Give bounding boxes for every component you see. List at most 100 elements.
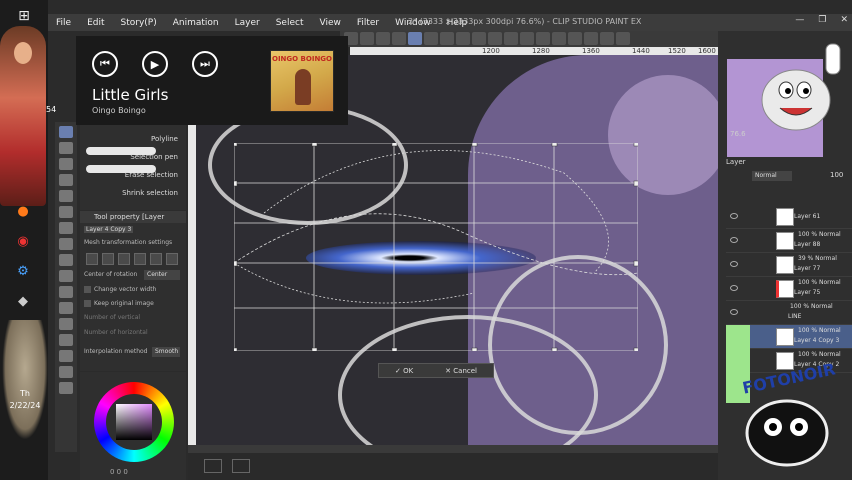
eye-icon[interactable] [730,237,738,243]
command-button[interactable] [488,32,502,45]
text-tool-icon[interactable] [59,350,73,362]
windows-start-icon[interactable]: ⊞ [12,6,36,26]
saturation-square[interactable] [116,404,152,440]
sparkle-tool-icon[interactable] [59,142,73,154]
chrome-icon[interactable]: ◉ [12,230,34,252]
layer-row[interactable]: Layer 61 [726,205,852,229]
command-button[interactable] [616,32,630,45]
layer-row[interactable]: 100 % Normal Layer 75 [726,277,852,301]
change-vector-row[interactable]: Change vector width [84,286,156,293]
fill-tool-icon[interactable] [59,270,73,282]
pen-tool-icon[interactable] [59,158,73,170]
layer-name-field[interactable]: Layer 4 Copy 3 [84,226,134,233]
decoration-tool-icon[interactable] [59,222,73,234]
zoom-value[interactable]: 76.6 [730,130,746,138]
airbrush-tool-icon[interactable] [59,206,73,218]
app-icon[interactable]: ◆ [12,290,34,312]
settings-icon[interactable]: ⚙ [12,260,34,282]
layer-name: Layer 61 [794,213,821,220]
command-button[interactable] [376,32,390,45]
command-button[interactable] [408,32,422,45]
eye-icon[interactable] [730,213,738,219]
center-rotation-label: Center of rotation [84,271,138,278]
menu-animation[interactable]: Animation [165,18,227,28]
ruler-tick: 1360 [582,47,600,55]
blend-tool-icon[interactable] [59,254,73,266]
menu-view[interactable]: View [311,18,348,28]
skip-previous-icon[interactable]: ⏮ [92,51,118,77]
maximize-icon[interactable]: ❐ [818,15,826,25]
eye-icon[interactable] [730,309,738,315]
firefox-icon[interactable]: ● [12,200,34,222]
layer-row[interactable]: 39 % Normal Layer 77 [726,253,852,277]
command-button[interactable] [504,32,518,45]
command-button[interactable] [440,32,454,45]
frame-tool-icon[interactable] [59,318,73,330]
cancel-button[interactable]: ✕ Cancel [445,367,477,375]
selection-tool-icon[interactable] [59,126,73,138]
ruler-tool-icon[interactable] [59,334,73,346]
ok-button[interactable]: ✓ OK [395,367,413,375]
command-button[interactable] [392,32,406,45]
command-bar [340,31,720,47]
pencil-tool-icon[interactable] [59,174,73,186]
rotate-icon[interactable] [232,459,250,473]
checkbox-icon[interactable] [84,300,91,307]
subtool-shrink-selection[interactable]: Shrink selection [122,189,178,197]
minimize-icon[interactable]: — [795,15,804,25]
transform-option-button[interactable] [102,253,114,265]
interpolation-select[interactable]: Smooth [152,347,180,357]
line-tool-icon[interactable] [59,382,73,394]
mesh-transform-grid[interactable] [234,143,638,351]
layer-thumbnail [776,208,794,226]
subtool-selection-pen[interactable]: Selection pen [130,153,178,161]
command-button[interactable] [552,32,566,45]
eye-icon[interactable] [730,261,738,267]
eye-icon[interactable] [730,285,738,291]
transform-option-button[interactable] [118,253,130,265]
fit-icon[interactable] [204,459,222,473]
close-icon[interactable]: ✕ [840,15,848,25]
keep-original-row[interactable]: Keep original image [84,300,154,307]
clock-day: Th [20,389,30,398]
menu-layer[interactable]: Layer [227,18,268,28]
menu-edit[interactable]: Edit [79,18,112,28]
brush-tool-icon[interactable] [59,190,73,202]
transform-option-button[interactable] [150,253,162,265]
command-button[interactable] [424,32,438,45]
opacity-value[interactable]: 100 [830,171,843,179]
horizontal-scrollbar[interactable] [188,445,718,453]
command-button[interactable] [584,32,598,45]
subtool-erase-selection[interactable]: Erase selection [125,171,178,179]
center-rotation-select[interactable]: Center [144,270,180,280]
menu-file[interactable]: File [48,18,79,28]
clock[interactable]: Th 2/22/24 [3,388,47,412]
command-button[interactable] [600,32,614,45]
checkbox-icon[interactable] [84,286,91,293]
transform-option-button[interactable] [134,253,146,265]
skip-next-icon[interactable]: ⏭ [192,51,218,77]
command-button[interactable] [360,32,374,45]
transform-option-button[interactable] [86,253,98,265]
layer-folder-row[interactable]: 100 % Normal LINE [726,301,852,325]
command-button[interactable] [472,32,486,45]
menu-story[interactable]: Story(P) [113,18,165,28]
command-button[interactable] [536,32,550,45]
command-button[interactable] [520,32,534,45]
blend-mode-select[interactable]: Normal [752,171,792,181]
color-wheel[interactable] [94,382,174,462]
layer-row[interactable]: 100 % Normal Layer 88 [726,229,852,253]
play-icon[interactable]: ▶ [142,51,168,77]
menu-select[interactable]: Select [268,18,312,28]
transform-mode[interactable]: Mesh transformation settings [84,239,172,246]
balloon-tool-icon[interactable] [59,366,73,378]
subtool-polyline[interactable]: Polyline [151,135,178,143]
tool-bar [55,122,77,452]
menu-filter[interactable]: Filter [349,18,387,28]
transform-option-button[interactable] [166,253,178,265]
eraser-tool-icon[interactable] [59,238,73,250]
command-button[interactable] [568,32,582,45]
gradient-tool-icon[interactable] [59,286,73,298]
figure-tool-icon[interactable] [59,302,73,314]
command-button[interactable] [456,32,470,45]
